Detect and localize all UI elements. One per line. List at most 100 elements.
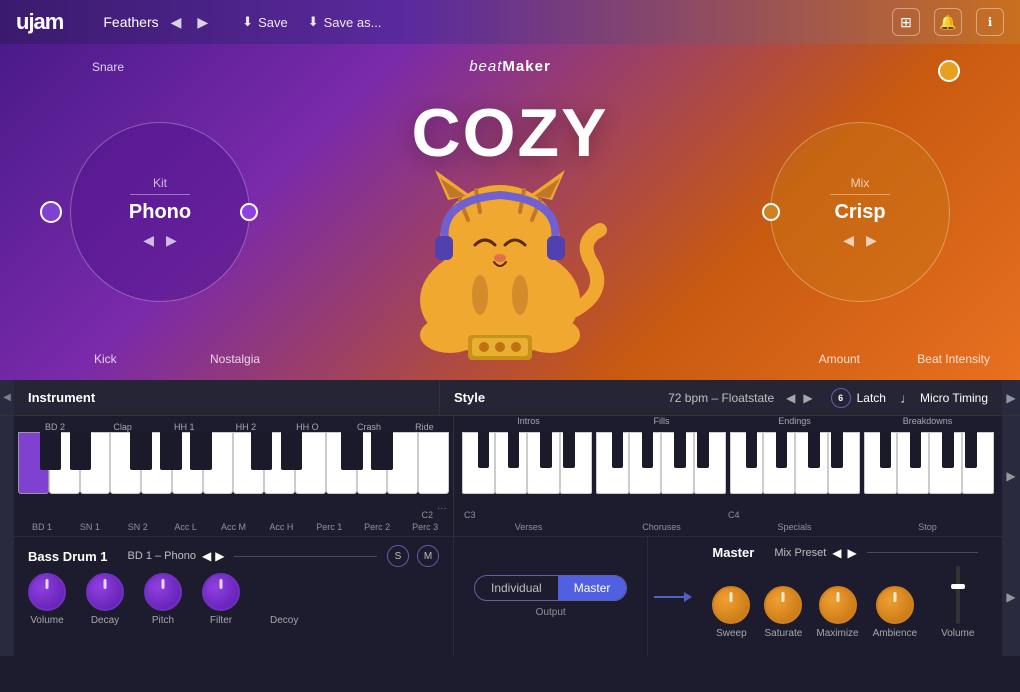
- filter-knob[interactable]: [202, 573, 240, 611]
- white-key-5[interactable]: [141, 432, 172, 494]
- mix-circle: Mix Crisp ◀ ▶: [770, 122, 950, 302]
- output-section: Individual Master Output: [454, 537, 648, 656]
- mix-knob-left[interactable]: [762, 203, 780, 221]
- mix-prev-arrow[interactable]: ◀: [832, 546, 841, 560]
- white-key-4[interactable]: [110, 432, 141, 494]
- white-key-10[interactable]: [295, 432, 326, 494]
- decay-knob[interactable]: [86, 573, 124, 611]
- accl-label: Acc L: [162, 522, 210, 536]
- info-icon-button[interactable]: ℹ: [976, 8, 1004, 36]
- expand-handle[interactable]: ◀: [0, 380, 14, 415]
- white-key-6[interactable]: [172, 432, 203, 494]
- micro-timing-icon: ♩: [900, 390, 914, 406]
- kit-prev-arrow[interactable]: ◀: [143, 232, 154, 249]
- mute-button[interactable]: M: [417, 545, 439, 567]
- grid-icon: ⊞: [900, 14, 912, 31]
- master-divider: [867, 552, 978, 553]
- hho-label: HH O: [277, 422, 339, 432]
- bell-icon-button[interactable]: 🔔: [934, 8, 962, 36]
- volume-knob[interactable]: [28, 573, 66, 611]
- hh2-label: HH 2: [215, 422, 277, 432]
- ambience-knob[interactable]: [876, 586, 914, 624]
- bass-drum-title: Bass Drum 1: [28, 549, 107, 564]
- white-key-11[interactable]: [326, 432, 357, 494]
- beat-intensity-knob-top[interactable]: [938, 60, 960, 82]
- verses-label: Verses: [462, 522, 595, 536]
- save-as-button[interactable]: ⬇ Save as...: [308, 14, 382, 30]
- sweep-knob[interactable]: [712, 586, 750, 624]
- preset-next-button[interactable]: ▶: [193, 12, 212, 33]
- style-category-labels: Intros Fills Endings Breakdowns: [454, 416, 1002, 432]
- white-key-9[interactable]: [264, 432, 295, 494]
- crash-label: Crash: [338, 422, 400, 432]
- white-key-2[interactable]: [49, 432, 80, 494]
- more-dots: ···: [437, 503, 447, 514]
- saturate-label: Saturate: [764, 628, 802, 639]
- style-black-key-15: [942, 432, 954, 468]
- white-key-12[interactable]: [357, 432, 388, 494]
- fills-label: Fills: [595, 416, 728, 432]
- master-button[interactable]: Master: [558, 576, 627, 600]
- volume-slider-handle[interactable]: [951, 584, 965, 589]
- style-black-key-7: [674, 432, 686, 468]
- white-key-1[interactable]: [18, 432, 49, 494]
- bass-drum-preset: BD 1 – Phono: [127, 550, 196, 562]
- bottom-panel: ◀ Instrument Style 72 bpm – Floatstate ◀…: [0, 380, 1020, 692]
- saturate-knob[interactable]: [764, 586, 802, 624]
- pitch-knob-label: Pitch: [152, 615, 174, 626]
- master-volume-label: Volume: [941, 628, 974, 639]
- maximize-knob-group: Maximize: [816, 586, 858, 639]
- white-key-13[interactable]: [387, 432, 418, 494]
- bottom-right-collapse[interactable]: ▶: [1002, 537, 1020, 656]
- preset-prev-button[interactable]: ◀: [167, 12, 186, 33]
- save-icon: ⬇: [242, 14, 253, 30]
- kit-next-arrow[interactable]: ▶: [166, 232, 177, 249]
- instrument-controls-header: Bass Drum 1 BD 1 – Phono ◀ ▶ S M: [28, 545, 439, 567]
- white-key-3[interactable]: [80, 432, 111, 494]
- white-key-7[interactable]: [203, 432, 234, 494]
- c4-label: C4: [728, 510, 740, 520]
- volume-slider[interactable]: [956, 566, 960, 624]
- beatmaker-label: beatMaker: [469, 58, 551, 76]
- nostalgia-label: Nostalgia: [210, 352, 260, 366]
- kick-knob[interactable]: [40, 201, 62, 223]
- master-knobs-row: Sweep Saturate Maximize Ambience: [712, 566, 988, 639]
- kit-knob-right[interactable]: [240, 203, 258, 221]
- save-button[interactable]: ⬇ Save: [242, 14, 288, 30]
- topbar-right: ⊞ 🔔 ℹ: [892, 8, 1004, 36]
- mix-next-arrow[interactable]: ▶: [866, 232, 877, 249]
- mix-next-arrow[interactable]: ▶: [848, 546, 857, 560]
- style-black-key-4: [563, 432, 575, 468]
- style-bpm: 72 bpm – Floatstate: [668, 391, 774, 405]
- amount-label: Amount: [819, 352, 860, 366]
- c2-label: C2: [421, 510, 433, 520]
- style-black-key-16: [965, 432, 977, 468]
- style-black-key-12: [831, 432, 843, 468]
- latch-icon[interactable]: 6: [831, 388, 851, 408]
- style-keyboard-section: Intros Fills Endings Breakdowns: [454, 416, 1002, 536]
- intros-label: Intros: [462, 416, 595, 432]
- right-collapse-button-2[interactable]: ▶: [1002, 416, 1020, 536]
- individual-button[interactable]: Individual: [475, 576, 558, 600]
- style-black-key-14: [910, 432, 922, 468]
- sn2-label: SN 2: [114, 522, 162, 536]
- bd-next-arrow[interactable]: ▶: [215, 549, 224, 563]
- bass-drum-preset-arrows: ◀ ▶: [202, 549, 224, 563]
- style-next[interactable]: ▶: [801, 389, 814, 407]
- micro-timing-control[interactable]: ♩ Micro Timing: [900, 390, 988, 406]
- right-collapse-button[interactable]: ▶: [1002, 380, 1020, 415]
- keyboards-row: BD 2 Clap HH 1 HH 2 HH O Crash Ride: [0, 416, 1020, 536]
- white-key-14[interactable]: [418, 432, 449, 494]
- grid-icon-button[interactable]: ⊞: [892, 8, 920, 36]
- mix-arrows: ◀ ▶: [843, 232, 877, 249]
- white-key-8[interactable]: [233, 432, 264, 494]
- mix-preset-label: Mix Preset: [774, 547, 826, 559]
- solo-button[interactable]: S: [387, 545, 409, 567]
- bd-prev-arrow[interactable]: ◀: [202, 549, 211, 563]
- latch-control: 6 Latch: [831, 388, 886, 408]
- instrument-header: Instrument: [14, 380, 440, 415]
- mix-prev-arrow[interactable]: ◀: [843, 232, 854, 249]
- maximize-knob[interactable]: [819, 586, 857, 624]
- pitch-knob[interactable]: [144, 573, 182, 611]
- style-prev[interactable]: ◀: [784, 389, 797, 407]
